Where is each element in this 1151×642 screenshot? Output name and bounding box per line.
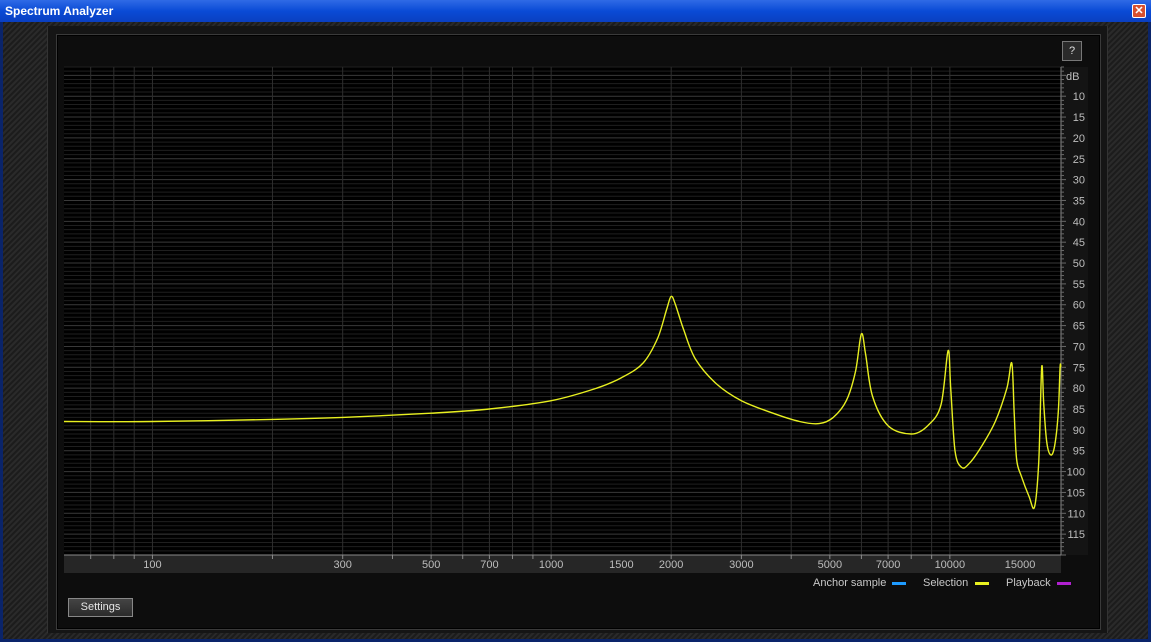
spectrum-analyzer-window: Spectrum Analyzer ✕ ? 100 300 500 700 1000 15… [0,0,1151,642]
close-icon: ✕ [1134,5,1144,17]
legend-anchor-sample-label: Anchor sample [813,577,887,589]
window-title: Spectrum Analyzer [5,4,114,18]
legend-playback-label: Playback [1006,577,1051,589]
analyzer-inner-panel [56,34,1101,630]
legend-selection-swatch [975,582,989,585]
close-button[interactable]: ✕ [1132,4,1146,18]
title-bar[interactable]: Spectrum Analyzer ✕ [0,0,1151,22]
help-button[interactable]: ? [1062,41,1082,61]
legend-anchor-sample-swatch [892,582,906,585]
analyzer-panel [47,26,1108,633]
window-frame [3,22,1148,639]
settings-button[interactable]: Settings [68,598,133,617]
legend-playback-swatch [1057,582,1071,585]
legend-selection-label: Selection [923,577,969,589]
